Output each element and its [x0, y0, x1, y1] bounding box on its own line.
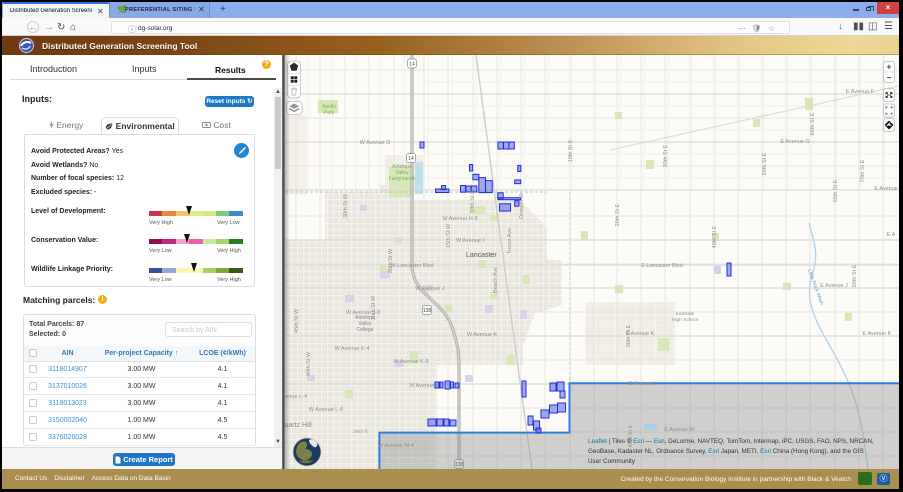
svg-text:Trevor Ave: Trevor Ave — [507, 228, 513, 254]
svg-text:Eastside: Eastside — [676, 311, 695, 317]
svg-text:W Avenue I: W Avenue I — [456, 238, 484, 244]
svg-text:User Community: User Community — [588, 458, 636, 465]
svg-text:14: 14 — [408, 156, 414, 162]
svg-text:50th St E: 50th St E — [852, 264, 858, 287]
svg-text:W Avenue K: W Avenue K — [467, 332, 497, 338]
svg-text:W Avenue L: W Avenue L — [409, 383, 439, 389]
svg-text:40th St E: 40th St E — [712, 225, 718, 248]
svg-text:E Avenue J: E Avenue J — [820, 283, 848, 289]
svg-text:10th St E: 10th St E — [568, 139, 574, 162]
svg-text:30th St W: 30th St W — [343, 193, 349, 218]
svg-text:GeoBase, Kadaster NL, Ordnance: GeoBase, Kadaster NL, Ordnance Survey, E… — [588, 448, 864, 455]
svg-text:70th St E: 70th St E — [860, 159, 866, 182]
svg-text:50th St E: 50th St E — [762, 152, 768, 175]
svg-text:W Avenue K-4: W Avenue K-4 — [334, 346, 369, 352]
svg-text:W Avenue J: W Avenue J — [415, 286, 444, 292]
svg-text:40th St W: 40th St W — [306, 351, 312, 376]
svg-text:E Avenue K: E Avenue K — [863, 331, 892, 337]
svg-text:W Avenue L-8: W Avenue L-8 — [309, 407, 343, 413]
svg-text:60th St E: 60th St E — [810, 112, 816, 135]
svg-text:20th St E: 20th St E — [615, 203, 621, 226]
svg-text:E Avenue M: E Avenue M — [664, 427, 694, 433]
svg-text:30th St E: 30th St E — [626, 324, 632, 347]
svg-text:10th St W: 10th St W — [470, 188, 476, 213]
svg-text:Beach Ave: Beach Ave — [493, 267, 499, 293]
svg-text:2857 ft: 2857 ft — [353, 429, 368, 435]
svg-text:College: College — [357, 327, 374, 333]
svg-text:Division St: Division St — [519, 193, 525, 219]
svg-text:W Avenue G: W Avenue G — [360, 140, 391, 146]
svg-text:E Avenue G: E Avenue G — [874, 186, 899, 192]
svg-text:65th St E: 65th St E — [833, 179, 839, 202]
svg-text:E A: E A — [887, 232, 896, 238]
svg-text:Lancaster: Lancaster — [466, 252, 497, 259]
svg-text:−: − — [887, 73, 892, 82]
svg-text:W Avenue K-8: W Avenue K-8 — [393, 359, 428, 365]
svg-text:Park: Park — [324, 110, 335, 116]
svg-text:45th St W: 45th St W — [294, 308, 300, 333]
svg-text:+: + — [887, 63, 892, 72]
svg-text:E Avenue L: E Avenue L — [629, 381, 657, 387]
svg-text:E Lancaster Blvd: E Lancaster Blvd — [641, 263, 683, 269]
svg-text:Leaflet | Tiles © Esri — Esri,: Leaflet | Tiles © Esri — Esri, DeLorme, … — [588, 437, 874, 445]
svg-text:Fairgrounds: Fairgrounds — [389, 176, 416, 182]
svg-text:14: 14 — [409, 61, 415, 67]
svg-text:E Avenue F: E Avenue F — [846, 89, 875, 95]
svg-text:30th St E: 30th St E — [663, 144, 669, 167]
svg-text:20th St W: 20th St W — [388, 248, 394, 273]
svg-text:W Lancaster Blvd: W Lancaster Blvd — [390, 263, 433, 269]
svg-text:E Avenue G: E Avenue G — [780, 139, 809, 145]
svg-text:15th St W: 15th St W — [446, 223, 452, 248]
svg-text:High School: High School — [672, 317, 698, 323]
svg-text:W Avenue M-4: W Avenue M-4 — [378, 443, 414, 449]
svg-text:138: 138 — [423, 308, 432, 314]
svg-text:W Avenue H-8: W Avenue H-8 — [442, 216, 477, 222]
